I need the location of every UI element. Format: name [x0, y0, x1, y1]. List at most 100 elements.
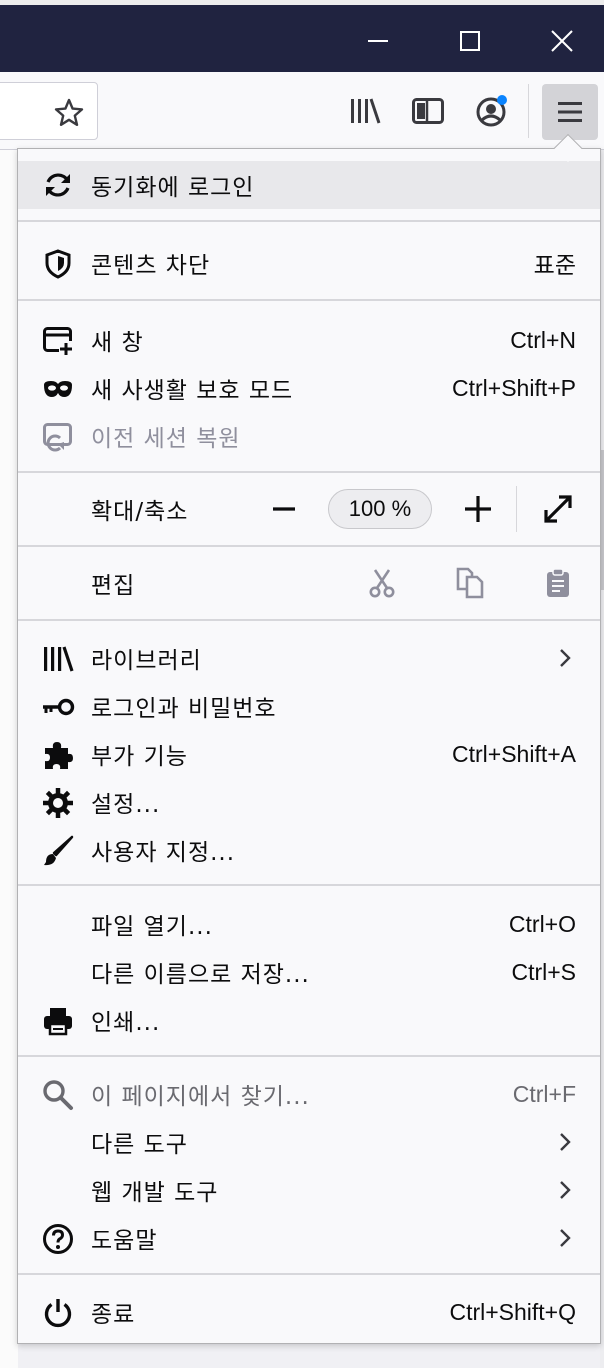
- sync-icon: [41, 168, 75, 202]
- menu-item-customize[interactable]: 사용자 지정...: [18, 827, 600, 873]
- menu-item-options[interactable]: 설정...: [18, 779, 600, 825]
- copy-button[interactable]: [450, 563, 490, 603]
- shortcut-label: Ctrl+Shift+Q: [449, 1298, 576, 1325]
- cut-button[interactable]: [362, 563, 402, 603]
- menu-item-edit: 편집: [18, 560, 600, 606]
- chevron-right-icon: [558, 1131, 572, 1159]
- menu-item-label: 라이브러리: [91, 648, 202, 674]
- copy-icon: [456, 567, 484, 599]
- maximize-button[interactable]: [424, 10, 516, 72]
- menu-item-label: 새 창: [91, 330, 144, 356]
- menu-item-open-file[interactable]: 파일 열기... Ctrl+O: [18, 901, 600, 947]
- minimize-button[interactable]: [332, 10, 424, 72]
- menu-item-sync[interactable]: 동기화에 로그인: [18, 161, 600, 209]
- menu-item-content-blocking[interactable]: 콘텐츠 차단 표준: [18, 240, 600, 286]
- fullscreen-icon: [544, 495, 572, 523]
- library-button[interactable]: [344, 90, 386, 132]
- menu-item-label: 편집: [91, 573, 136, 599]
- sidebar-icon: [412, 98, 444, 124]
- account-button[interactable]: [470, 90, 512, 132]
- content-blocking-value: 표준: [533, 253, 576, 279]
- minus-icon: [273, 507, 295, 511]
- minimize-icon: [368, 40, 388, 42]
- menu-separator: [18, 1273, 600, 1275]
- menu-item-label: 콘텐츠 차단: [91, 253, 211, 279]
- paintbrush-icon: [41, 834, 75, 868]
- menu-item-print[interactable]: 인쇄...: [18, 997, 600, 1043]
- menu-item-addons[interactable]: 부가 기능 Ctrl+Shift+A: [18, 731, 600, 777]
- menu-item-quit[interactable]: 종료 Ctrl+Shift+Q: [18, 1289, 600, 1335]
- menu-item-more-tools[interactable]: 다른 도구: [18, 1119, 600, 1165]
- shortcut-label: Ctrl+Shift+P: [452, 374, 576, 401]
- private-mask-icon: [41, 372, 75, 406]
- menu-item-label: 이전 세션 복원: [91, 426, 241, 452]
- menu-item-label: 설정...: [91, 792, 161, 818]
- key-icon: [41, 690, 75, 724]
- menu-separator: [18, 619, 600, 621]
- plus-icon: [465, 496, 491, 522]
- menu-separator: [18, 884, 600, 886]
- menu-item-private-window[interactable]: 새 사생활 보호 모드 Ctrl+Shift+P: [18, 365, 600, 411]
- menu-separator: [18, 299, 600, 301]
- menu-item-label: 종료: [91, 1302, 136, 1328]
- paste-button[interactable]: [538, 563, 578, 603]
- navigation-toolbar: [0, 72, 604, 150]
- menu-item-new-window[interactable]: 새 창 Ctrl+N: [18, 317, 600, 363]
- close-icon: [551, 30, 573, 52]
- page-content-edge: [0, 150, 18, 1368]
- fullscreen-button[interactable]: [538, 489, 578, 529]
- maximize-icon: [460, 31, 480, 51]
- app-menu-panel: 동기화에 로그인 콘텐츠 차단 표준 새 창 Ctrl+N 새 사생활 보호 모…: [17, 148, 601, 1344]
- shortcut-label: Ctrl+N: [510, 326, 576, 353]
- shortcut-label: Ctrl+O: [508, 910, 576, 937]
- menu-item-label: 동기화에 로그인: [91, 175, 255, 201]
- sidebar-button[interactable]: [407, 90, 449, 132]
- restore-session-icon: [41, 420, 75, 454]
- zoom-reset-button[interactable]: 100 %: [328, 489, 432, 529]
- shield-icon: [41, 247, 75, 281]
- menu-item-logins[interactable]: 로그인과 비밀번호: [18, 683, 600, 729]
- menu-item-label: 웹 개발 도구: [91, 1180, 219, 1206]
- menu-item-label: 확대/축소: [91, 499, 189, 525]
- menu-item-find[interactable]: 이 페이지에서 찾기... Ctrl+F: [18, 1071, 600, 1117]
- gear-icon: [41, 786, 75, 820]
- menu-separator: [18, 220, 600, 222]
- shortcut-label: Ctrl+Shift+A: [452, 740, 576, 767]
- account-icon: [476, 95, 507, 127]
- menu-item-label: 파일 열기...: [91, 914, 213, 940]
- menu-item-help[interactable]: 도움말: [18, 1215, 600, 1261]
- close-button[interactable]: [516, 10, 604, 72]
- menu-item-restore-session[interactable]: 이전 세션 복원: [18, 413, 600, 459]
- menu-item-library[interactable]: 라이브러리: [18, 635, 600, 681]
- chevron-right-icon: [558, 1179, 572, 1207]
- menu-separator: [18, 471, 600, 473]
- menu-separator: [18, 1055, 600, 1057]
- new-window-icon: [41, 324, 75, 358]
- bookmark-star-icon[interactable]: [53, 97, 85, 133]
- chevron-right-icon: [558, 647, 572, 675]
- zoom-in-button[interactable]: [458, 489, 498, 529]
- menu-item-label: 이 페이지에서 찾기...: [91, 1084, 310, 1110]
- menu-item-label: 인쇄...: [91, 1010, 161, 1036]
- menu-item-label: 다른 이름으로 저장...: [91, 962, 310, 988]
- puzzle-piece-icon: [41, 738, 75, 772]
- chevron-right-icon: [558, 1227, 572, 1255]
- printer-icon: [41, 1004, 75, 1038]
- hamburger-menu-icon: [558, 102, 582, 122]
- menu-item-web-developer[interactable]: 웹 개발 도구: [18, 1167, 600, 1213]
- menu-item-label: 부가 기능: [91, 744, 188, 770]
- window-titlebar: [0, 0, 604, 72]
- menu-item-label: 사용자 지정...: [91, 840, 236, 866]
- clipboard-icon: [547, 568, 569, 597]
- help-icon: [41, 1222, 75, 1256]
- app-menu-button[interactable]: [542, 84, 598, 140]
- library-icon: [351, 98, 381, 124]
- menu-item-save-as[interactable]: 다른 이름으로 저장... Ctrl+S: [18, 949, 600, 995]
- toolbar-separator: [528, 84, 529, 138]
- zoom-separator: [516, 486, 517, 532]
- zoom-out-button[interactable]: [264, 489, 304, 529]
- library-icon: [41, 642, 75, 676]
- scissors-icon: [369, 569, 395, 598]
- url-bar[interactable]: [0, 82, 98, 140]
- menu-item-label: 도움말: [91, 1228, 158, 1254]
